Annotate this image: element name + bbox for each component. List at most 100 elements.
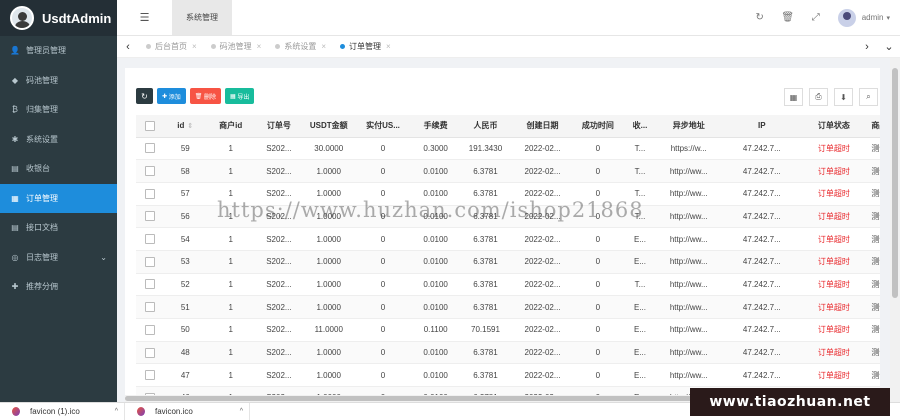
chevron-down-icon[interactable]: ⌄ [878, 40, 900, 53]
column-header-label: 订单状态 [817, 121, 850, 131]
close-icon[interactable]: × [321, 42, 326, 51]
column-header[interactable]: 实付US... [355, 115, 411, 138]
column-header[interactable]: USDT金额 [302, 115, 356, 138]
table-cell: 1 [205, 295, 256, 319]
column-header[interactable]: 商品 [862, 115, 880, 138]
table-tools: ▦ ⎙ ⬇ ⌕ [778, 88, 878, 106]
brand-name: UsdtAdmin [42, 10, 112, 26]
page-tab[interactable]: 码池管理 × [204, 41, 269, 52]
column-header[interactable]: 订单号 [255, 115, 303, 138]
table-row[interactable]: 58 1 S202... 1.0000 0 0.0100 6.3781 2022-02... 0… [136, 159, 880, 183]
column-header[interactable]: 人民币 [460, 115, 511, 138]
column-header[interactable]: id ⇕ [164, 115, 206, 138]
sidebar-item[interactable]: ◎ 日志管理 ⌄ [0, 243, 117, 273]
column-header[interactable]: 异步地址 [658, 115, 719, 138]
table-row[interactable]: 51 1 S202... 1.0000 0 0.0100 6.3781 2022-02... 0… [136, 295, 880, 319]
column-header-label: IP [758, 121, 766, 131]
export-button[interactable]: ▦ 导出 [225, 88, 255, 104]
table-row[interactable]: 52 1 S202... 1.0000 0 0.0100 6.3781 2022-02... 0… [136, 273, 880, 297]
table-row[interactable]: 50 1 S202... 11.0000 0 0.1100 70.1591 2022-02..… [136, 318, 880, 342]
print-icon[interactable]: ⎙ [809, 88, 828, 106]
table-cell: E... [621, 318, 659, 342]
column-header[interactable]: IP [718, 115, 806, 138]
row-checkbox[interactable] [136, 159, 165, 183]
row-checkbox[interactable] [136, 273, 165, 297]
table-cell: 47.242.7... [718, 363, 806, 388]
row-checkbox[interactable] [136, 318, 165, 342]
file-icon [12, 407, 20, 416]
sidebar-item[interactable]: ◆ 码池管理 [0, 66, 117, 96]
refresh-button[interactable]: ↻ [136, 88, 153, 104]
column-header[interactable]: 手续费 [410, 115, 461, 138]
add-button[interactable]: ✚ 添加 [157, 88, 186, 104]
table-cell: 47.242.7... [718, 318, 806, 342]
chevron-right-icon[interactable]: › [856, 41, 878, 53]
row-checkbox[interactable] [136, 137, 165, 161]
sidebar-item[interactable]: ▤ 收银台 [0, 154, 117, 184]
table-row[interactable]: 59 1 S202... 30.0000 0 0.3000 191.3430 2022-02.… [136, 137, 880, 161]
sidebar-item[interactable]: ₿ 归集管理 [0, 95, 117, 125]
table-cell: 订单超时 [805, 137, 863, 161]
sidebar-item[interactable]: ✱ 系统设置 [0, 125, 117, 155]
table-row[interactable]: 48 1 S202... 1.0000 0 0.0100 6.3781 2022-02... 0… [136, 341, 880, 365]
vertical-scrollbar[interactable] [890, 58, 900, 402]
row-checkbox[interactable] [136, 341, 165, 365]
table-row[interactable]: 47 1 S202... 1.0000 0 0.0100 6.3781 2022-02... 0… [136, 363, 880, 388]
column-header[interactable]: 商户id [205, 115, 256, 138]
tab-dot-icon [146, 44, 151, 49]
table-cell: 2022-02... [510, 227, 575, 251]
brand[interactable]: UsdtAdmin [0, 0, 117, 36]
sidebar-item[interactable]: 👤 管理员管理 [0, 36, 117, 66]
column-header[interactable]: 订单状态 [805, 115, 863, 138]
page-tab[interactable]: 系统设置 × [268, 41, 333, 52]
trash-icon[interactable]: 🗑 [774, 12, 802, 23]
close-icon[interactable]: × [386, 42, 391, 51]
download-item[interactable]: favicon.ico ^ [125, 403, 250, 420]
share-icon: ✚ [11, 282, 19, 292]
fullscreen-icon[interactable]: ⤢ [802, 12, 830, 23]
table-row[interactable]: 54 1 S202... 1.0000 0 0.0100 6.3781 2022-02... 0… [136, 227, 880, 251]
sidebar-item[interactable]: ▤ 接口文档 [0, 213, 117, 243]
row-checkbox[interactable] [136, 227, 165, 251]
table-cell: 0 [355, 227, 411, 251]
username[interactable]: admin [862, 13, 884, 22]
table-row[interactable]: 53 1 S202... 1.0000 0 0.0100 6.3781 2022-02... 0… [136, 250, 880, 274]
page-tab[interactable]: 订单管理 × [333, 41, 398, 52]
page-tab[interactable]: 后台首页 × [139, 41, 204, 52]
row-checkbox[interactable] [136, 205, 165, 229]
chevron-left-icon[interactable]: ‹ [117, 41, 139, 53]
close-icon[interactable]: × [257, 42, 262, 51]
delete-button[interactable]: 🗑 删除 [189, 88, 222, 104]
close-icon[interactable]: × [192, 42, 197, 51]
row-checkbox[interactable] [136, 250, 165, 274]
chevron-up-icon[interactable]: ^ [240, 408, 243, 415]
row-checkbox[interactable] [136, 295, 165, 319]
columns-icon[interactable]: ▦ [784, 88, 803, 106]
sort-icon[interactable]: ⇕ [187, 123, 193, 130]
row-checkbox[interactable] [136, 182, 165, 206]
menu-toggle-icon[interactable]: ☰ [117, 0, 172, 35]
chevron-down-icon[interactable]: ▾ [886, 14, 890, 22]
select-all-checkbox[interactable] [136, 115, 165, 138]
avatar[interactable] [837, 8, 856, 27]
export-icon[interactable]: ⬇ [834, 88, 853, 106]
table-cell: 1 [205, 159, 256, 183]
table-cell: 0 [355, 363, 411, 388]
row-checkbox[interactable] [136, 363, 165, 388]
table-cell: 51 [164, 295, 206, 319]
table-cell: 2022-02... [510, 318, 575, 342]
search-icon[interactable]: ⌕ [859, 88, 878, 106]
column-header[interactable]: 创建日期 [510, 115, 575, 138]
scroll-thumb-h[interactable] [125, 396, 770, 401]
download-item[interactable]: favicon (1).ico ^ [0, 403, 125, 420]
sidebar-item[interactable]: ▦ 订单管理 [0, 183, 117, 213]
sidebar-item-label: 码池管理 [26, 75, 58, 85]
column-header[interactable]: 成功时间 [574, 115, 622, 138]
sidebar-item[interactable]: ✚ 推荐分佣 [0, 272, 117, 302]
column-header[interactable]: 收... [621, 115, 659, 138]
header-tab-system[interactable]: 系统管理 [172, 0, 232, 35]
table-cell: 0 [574, 363, 622, 388]
scroll-thumb[interactable] [892, 68, 898, 298]
chevron-up-icon[interactable]: ^ [115, 408, 118, 415]
refresh-icon[interactable]: ↻ [746, 12, 774, 23]
